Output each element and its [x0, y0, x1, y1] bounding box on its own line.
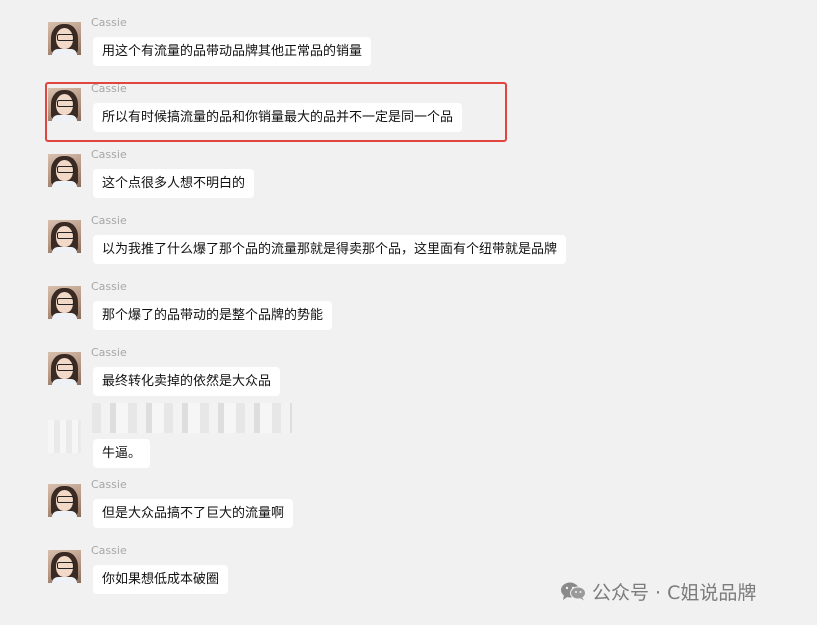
message-bubble[interactable]: 最终转化卖掉的依然是大众品	[93, 367, 281, 396]
avatar[interactable]	[48, 154, 81, 187]
blurred-avatar	[48, 420, 81, 453]
message-bubble[interactable]: 这个点很多人想不明白的	[93, 169, 255, 198]
watermark-text: 公众号 · C姐说品牌	[592, 581, 757, 604]
sender-name: Cassie	[91, 346, 127, 359]
sender-name: Cassie	[91, 16, 127, 29]
watermark: 公众号 · C姐说品牌	[560, 576, 756, 606]
sender-name: Cassie	[91, 280, 127, 293]
message-bubble[interactable]: 用这个有流量的品带动品牌其他正常品的销量	[93, 37, 372, 66]
message-bubble[interactable]: 你如果想低成本破圈	[93, 565, 229, 594]
highlight-box	[45, 82, 507, 142]
wechat-icon	[560, 581, 586, 601]
message-bubble[interactable]: 以为我推了什么爆了那个品的流量那就是得卖那个品，这里面有个纽带就是品牌	[93, 235, 567, 264]
sender-name: Cassie	[91, 214, 127, 227]
avatar[interactable]	[48, 550, 81, 583]
message-bubble[interactable]: 那个爆了的品带动的是整个品牌的势能	[93, 301, 333, 330]
sender-name: Cassie	[91, 478, 127, 491]
avatar[interactable]	[48, 286, 81, 319]
avatar[interactable]	[48, 352, 81, 385]
chat-history: Cassie 用这个有流量的品带动品牌其他正常品的销量 Cassie 所以有时候…	[0, 0, 817, 625]
sender-name: Cassie	[91, 148, 127, 161]
avatar[interactable]	[48, 220, 81, 253]
sender-name: Cassie	[91, 544, 127, 557]
message-bubble[interactable]: 但是大众品搞不了巨大的流量啊	[93, 499, 294, 528]
message-bubble[interactable]: 牛逼。	[93, 439, 151, 468]
blurred-sender-name	[92, 403, 292, 433]
avatar[interactable]	[48, 484, 81, 517]
avatar[interactable]	[48, 22, 81, 55]
